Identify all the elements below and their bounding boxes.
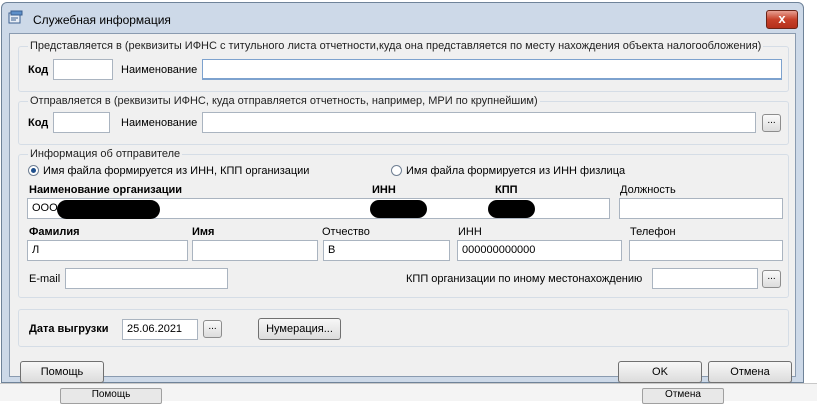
- redaction-mark: [57, 200, 160, 219]
- background-cancel-button: Отмена: [642, 388, 724, 404]
- first-name-input[interactable]: [192, 240, 318, 261]
- numbering-button[interactable]: Нумерация...: [258, 318, 341, 340]
- kpp-label: КПП: [495, 184, 518, 196]
- surname-label: Фамилия: [29, 226, 80, 238]
- sent-to-code-input[interactable]: [53, 112, 110, 133]
- org-name-value: ООО: [32, 202, 58, 214]
- dialog-client-area: Представляется в (реквизиты ИФНС с титул…: [9, 33, 796, 383]
- position-input[interactable]: [619, 198, 783, 219]
- export-date-picker-button[interactable]: ...: [203, 320, 222, 338]
- cancel-button[interactable]: Отмена: [708, 361, 792, 383]
- app-icon: [8, 10, 24, 24]
- email-label: E-mail: [29, 273, 61, 285]
- inn2-input[interactable]: 000000000000: [457, 240, 622, 261]
- inn-label: ИНН: [372, 184, 396, 196]
- sent-to-name-label: Наименование: [121, 117, 198, 129]
- sent-to-browse-button[interactable]: ...: [762, 114, 781, 132]
- first-name-label: Имя: [192, 226, 215, 238]
- radio-org-label[interactable]: Имя файла формируется из ИНН, КПП органи…: [43, 165, 309, 177]
- sent-to-legend: Отправляется в (реквизиты ИФНС, куда отп…: [28, 95, 540, 107]
- recipient-name-input[interactable]: [202, 59, 782, 80]
- phone-label: Телефон: [630, 226, 676, 238]
- radio-person-label[interactable]: Имя файла формируется из ИНН физлица: [406, 165, 625, 177]
- service-info-dialog: Служебная информация x Представляется в …: [1, 2, 804, 383]
- phone-input[interactable]: [629, 240, 783, 261]
- export-date-input[interactable]: 25.06.2021: [122, 319, 198, 340]
- sender-legend: Информация об отправителе: [28, 148, 183, 160]
- recipient-code-label: Код: [28, 64, 49, 76]
- window-title: Служебная информация: [33, 13, 171, 27]
- sent-to-code-label: Код: [28, 117, 49, 129]
- redaction-mark: [488, 200, 535, 218]
- surname-input[interactable]: Л: [27, 240, 188, 261]
- patronymic-input[interactable]: В: [323, 240, 450, 261]
- recipient-name-label: Наименование: [121, 64, 198, 76]
- patronymic-label: Отчество: [322, 226, 370, 238]
- org-name-label: Наименование организации: [29, 184, 183, 196]
- radio-org-button[interactable]: [28, 165, 39, 176]
- kpp-other-label: КПП организации по иному местонахождению: [406, 273, 643, 285]
- recipient-code-input[interactable]: [53, 59, 113, 80]
- close-icon: x: [778, 11, 786, 26]
- inn2-label: ИНН: [458, 226, 482, 238]
- radio-person-button[interactable]: [391, 165, 402, 176]
- background-help-button: Помощь: [60, 388, 162, 404]
- title-bar[interactable]: Служебная информация x: [2, 3, 803, 33]
- help-button[interactable]: Помощь: [20, 361, 104, 383]
- sent-to-name-input[interactable]: [202, 112, 756, 133]
- ok-button[interactable]: OK: [618, 361, 702, 383]
- redaction-mark: [370, 200, 427, 218]
- kpp-other-browse-button[interactable]: ...: [762, 270, 781, 288]
- position-label: Должность: [620, 184, 676, 196]
- email-input[interactable]: [65, 268, 228, 289]
- close-button[interactable]: x: [766, 10, 798, 29]
- recipient-legend: Представляется в (реквизиты ИФНС с титул…: [28, 40, 764, 52]
- export-date-label: Дата выгрузки: [29, 323, 109, 335]
- kpp-other-input[interactable]: [652, 268, 758, 289]
